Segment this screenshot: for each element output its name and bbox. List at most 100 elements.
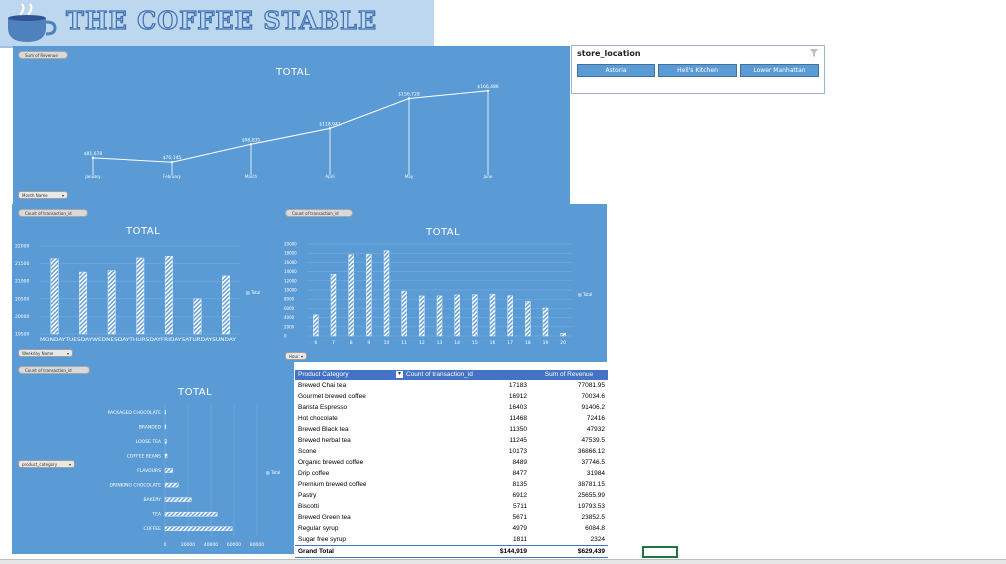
table-row[interactable]: Sugar free syrup 1811 2324: [295, 534, 608, 546]
pivot-cell[interactable]: 1811: [393, 534, 530, 546]
hour-bar: [436, 295, 443, 337]
weekday-y-tick: 21500: [15, 261, 29, 267]
pivot-cell[interactable]: Brewed herbal tea: [295, 435, 393, 446]
pivot-cell[interactable]: 36866.12: [530, 446, 608, 457]
category-y-tick: PACKAGED CHOCOLATE: [108, 410, 162, 416]
table-row[interactable]: Brewed Chai tea 17183 77081.95: [295, 380, 608, 391]
pivot-cell[interactable]: $629,439: [530, 545, 608, 560]
pivot-cell[interactable]: Brewed Chai tea: [295, 380, 393, 391]
hour-x-tick: 11: [401, 340, 407, 346]
pivot-cell[interactable]: Brewed Green tea: [295, 512, 393, 523]
table-row[interactable]: Scone 10173 36866.12: [295, 446, 608, 457]
weekday-y-tick: 22000: [15, 244, 29, 250]
pivot-cell[interactable]: Gourmet brewed coffee: [295, 391, 393, 402]
slicer-item-astoria[interactable]: Astoria: [577, 64, 655, 77]
hour-bar: [542, 307, 549, 337]
table-row[interactable]: Brewed Black tea 11350 47932: [295, 424, 608, 435]
pivot-cell[interactable]: 10173: [393, 446, 530, 457]
pivot-cell[interactable]: Pastry: [295, 490, 393, 501]
pivot-cell[interactable]: 5711: [393, 501, 530, 512]
hour-filter-button[interactable]: Hour ▾: [285, 352, 307, 360]
pivot-cell[interactable]: 11245: [393, 435, 530, 446]
table-row[interactable]: Barista Espresso 16403 91406.2: [295, 402, 608, 413]
pivot-cell[interactable]: 23852.5: [530, 512, 608, 523]
pivot-cell[interactable]: 91406.2: [530, 402, 608, 413]
hour-x-tick: 13: [437, 340, 443, 346]
category-x-tick: 40000: [204, 542, 218, 548]
banner-title: THE COFFEE STABLE: [65, 5, 378, 35]
pivot-cell[interactable]: 8135: [393, 479, 530, 490]
pivot-cell[interactable]: 16912: [393, 391, 530, 402]
month-tick-label: February: [163, 174, 181, 179]
pivot-cell[interactable]: 11468: [393, 413, 530, 424]
pivot-cell[interactable]: Barista Espresso: [295, 402, 393, 413]
revenue-line-chart: $81,678January$76,145February$98,835Marc…: [84, 84, 499, 179]
slicer-item-hells-kitchen[interactable]: Hell's Kitchen: [658, 64, 737, 77]
pivot-cell[interactable]: 25655.99: [530, 490, 608, 501]
active-cell[interactable]: [642, 546, 678, 558]
table-row[interactable]: Biscotti 5711 19793.53: [295, 501, 608, 512]
table-row[interactable]: Drip coffee 8477 31984: [295, 468, 608, 479]
filter-dropdown-icon[interactable]: ▾: [396, 370, 403, 378]
pivot-cell[interactable]: Sugar free syrup: [295, 534, 393, 546]
hour-y-tick: 14000: [284, 269, 297, 274]
pivot-cell[interactable]: 38781.15: [530, 479, 608, 490]
grand-total-row[interactable]: Grand Total $144,919 $629,439: [295, 545, 608, 560]
hour-x-tick: 14: [454, 340, 460, 346]
category-y-tick: FLAVOURS: [137, 468, 161, 474]
pivot-header-cell[interactable]: Product Category: [295, 370, 393, 380]
hour-x-tick: 12: [419, 340, 425, 346]
hour-y-tick: 20000: [284, 242, 297, 247]
table-row[interactable]: Hot chocolate 11468 72416: [295, 413, 608, 424]
pivot-cell[interactable]: Biscotti: [295, 501, 393, 512]
pivot-header-cell[interactable]: ▾ Count of transaction_id: [393, 370, 530, 380]
pivot-cell[interactable]: 19793.53: [530, 501, 608, 512]
table-row[interactable]: Pastry 6912 25655.99: [295, 490, 608, 501]
pivot-cell[interactable]: 47932: [530, 424, 608, 435]
pivot-header-row[interactable]: Product Category ▾ Count of transaction_id…: [295, 370, 608, 380]
pivot-cell[interactable]: 31984: [530, 468, 608, 479]
pivot-cell[interactable]: 6912: [393, 490, 530, 501]
pivot-cell[interactable]: 77081.95: [530, 380, 608, 391]
pivot-cell[interactable]: 37746.5: [530, 457, 608, 468]
table-row[interactable]: Organic brewed coffee 8489 37746.5: [295, 457, 608, 468]
clear-filter-icon[interactable]: [810, 49, 818, 57]
pivot-cell[interactable]: Drip coffee: [295, 468, 393, 479]
pivot-cell[interactable]: Hot chocolate: [295, 413, 393, 424]
slicer-item-lower-manhattan[interactable]: Lower Manhattan: [740, 64, 819, 77]
pivot-cell[interactable]: 2324: [530, 534, 608, 546]
weekday-y-tick: 20500: [15, 296, 29, 302]
pivot-cell[interactable]: Premium brewed coffee: [295, 479, 393, 490]
table-row[interactable]: Premium brewed coffee 8135 38781.15: [295, 479, 608, 490]
pivot-cell[interactable]: 8489: [393, 457, 530, 468]
table-row[interactable]: Brewed Green tea 5671 23852.5: [295, 512, 608, 523]
pivot-cell[interactable]: 72416: [530, 413, 608, 424]
pivot-cell[interactable]: 6084.8: [530, 523, 608, 534]
pivot-cell[interactable]: 16403: [393, 402, 530, 413]
pivot-cell[interactable]: 8477: [393, 468, 530, 479]
weekday-y-tick: 20000: [15, 314, 29, 320]
month-name-filter-button[interactable]: Month Name ▾: [18, 191, 68, 199]
pivot-cell[interactable]: Regular syrup: [295, 523, 393, 534]
pivot-cell[interactable]: 11350: [393, 424, 530, 435]
pivot-cell[interactable]: Scone: [295, 446, 393, 457]
category-y-tick: COFFEE: [143, 526, 161, 532]
pivot-cell[interactable]: $144,919: [393, 545, 530, 560]
pivot-cell[interactable]: 17183: [393, 380, 530, 391]
month-tick-label: May: [405, 174, 414, 179]
weekday-name-filter-button[interactable]: Weekday Name ▾: [18, 349, 73, 357]
pivot-cell[interactable]: 47539.5: [530, 435, 608, 446]
product-category-filter-button[interactable]: product_category ▾: [18, 460, 75, 468]
hour-y-tick: 8000: [284, 297, 295, 302]
table-row[interactable]: Gourmet brewed coffee 16912 70034.6: [295, 391, 608, 402]
pivot-header-cell[interactable]: Sum of Revenue: [530, 370, 608, 380]
hour-bar: [313, 314, 319, 337]
table-row[interactable]: Brewed herbal tea 11245 47539.5: [295, 435, 608, 446]
pivot-cell[interactable]: Organic brewed coffee: [295, 457, 393, 468]
pivot-cell[interactable]: Brewed Black tea: [295, 424, 393, 435]
pivot-cell[interactable]: 4979: [393, 523, 530, 534]
table-row[interactable]: Regular syrup 4979 6084.8: [295, 523, 608, 534]
pivot-cell[interactable]: Grand Total: [295, 545, 393, 560]
pivot-cell[interactable]: 5671: [393, 512, 530, 523]
pivot-cell[interactable]: 70034.6: [530, 391, 608, 402]
